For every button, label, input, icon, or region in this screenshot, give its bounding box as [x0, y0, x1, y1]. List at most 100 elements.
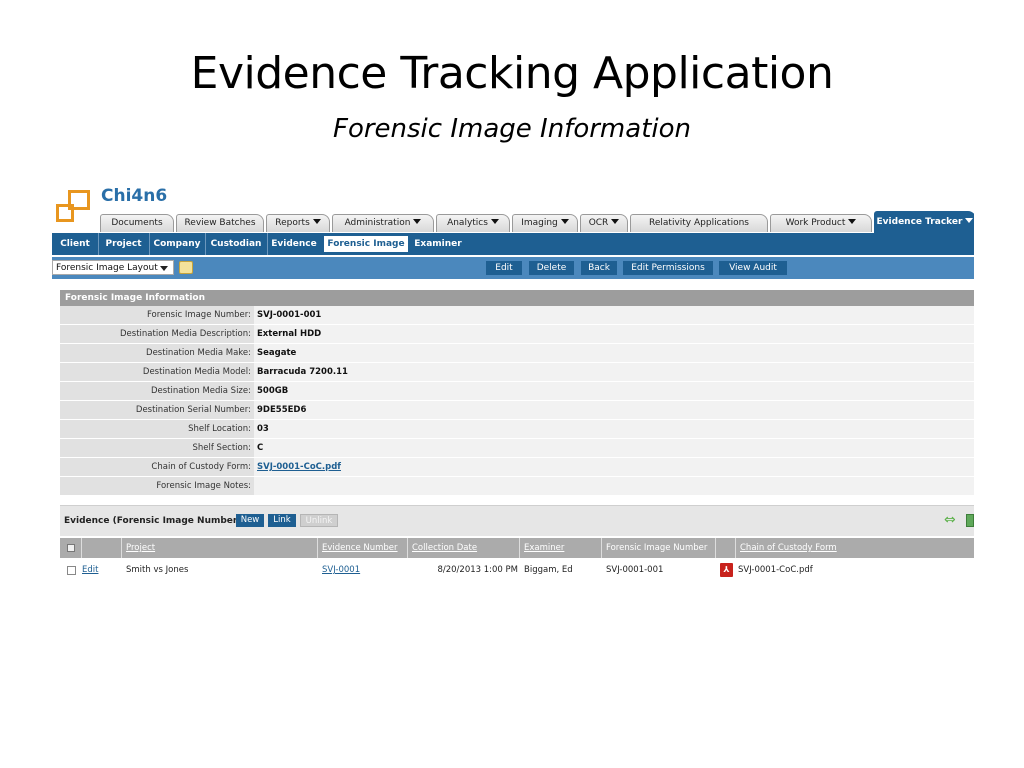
info-label: Shelf Section:	[60, 439, 254, 457]
info-row: Destination Media Description: External H…	[60, 325, 974, 344]
row-edit-link[interactable]: Edit	[82, 560, 98, 580]
evidence-list-title: Evidence (Forensic Image Number)	[64, 516, 242, 526]
layout-icon[interactable]	[179, 261, 193, 274]
icon-column-header	[716, 538, 736, 558]
subnav-evidence[interactable]: Evidence	[267, 233, 321, 255]
info-label: Shelf Location:	[60, 420, 254, 438]
tab-administration[interactable]: Administration	[332, 214, 434, 232]
dropdown-caret-icon	[560, 219, 569, 224]
subnav-client[interactable]: Client	[52, 233, 99, 255]
info-row: Destination Media Model: Barracuda 7200.1…	[60, 363, 974, 382]
evidence-grid-header: Project Evidence Number Collection Date …	[60, 538, 974, 558]
info-value: 03	[254, 420, 974, 438]
view-audit-button[interactable]: View Audit	[719, 261, 787, 275]
edit-permissions-button[interactable]: Edit Permissions	[623, 261, 713, 275]
toolbar: Forensic Image Layout Edit Delete Back E…	[52, 257, 974, 279]
link-button[interactable]: Link	[268, 514, 296, 527]
slide-subtitle: Forensic Image Information	[332, 114, 691, 144]
edit-column-header	[82, 538, 122, 558]
row-forensic-image-number: SVJ-0001-001	[606, 565, 664, 575]
column-forensic-image-number: Forensic Image Number	[602, 538, 716, 558]
row-project: Smith vs Jones	[126, 565, 189, 575]
info-row: Destination Media Make: Seagate	[60, 344, 974, 363]
subnav-project[interactable]: Project	[98, 233, 150, 255]
brand-name: Chi4n6	[101, 186, 168, 206]
column-project[interactable]: Project	[122, 538, 318, 558]
unlink-button[interactable]: Unlink	[300, 514, 338, 527]
export-icon[interactable]	[966, 514, 974, 527]
info-value: Seagate	[254, 344, 974, 362]
row-examiner: Biggam, Ed	[524, 565, 573, 575]
dropdown-caret-icon	[413, 219, 422, 224]
info-row: Destination Media Size: 500GB	[60, 382, 974, 401]
tab-ocr[interactable]: OCR	[580, 214, 628, 232]
sub-navigation: Client Project Company Custodian Evidenc…	[52, 233, 974, 255]
info-row: Forensic Image Number: SVJ-0001-001	[60, 306, 974, 325]
dropdown-caret-icon	[312, 219, 321, 224]
info-row: Forensic Image Notes:	[60, 477, 974, 496]
back-button[interactable]: Back	[581, 261, 617, 275]
info-value	[254, 477, 974, 495]
dropdown-caret-icon	[611, 219, 620, 224]
info-table: Forensic Image Number: SVJ-0001-001 Desti…	[60, 306, 974, 496]
tab-analytics[interactable]: Analytics	[436, 214, 510, 232]
column-examiner[interactable]: Examiner	[520, 538, 602, 558]
subnav-examiner[interactable]: Examiner	[410, 233, 466, 255]
info-label: Destination Media Description:	[60, 325, 254, 343]
row-collection-date: 8/20/2013 1:00 PM	[437, 565, 518, 575]
chain-of-custody-link[interactable]: SVJ-0001-CoC.pdf	[254, 458, 974, 476]
row-evidence-number-link[interactable]: SVJ-0001	[322, 560, 360, 580]
subnav-forensic-image[interactable]: Forensic Image	[324, 236, 408, 252]
select-all-checkbox[interactable]	[67, 544, 75, 552]
select-all-column	[60, 538, 82, 558]
expand-arrows-icon[interactable]: ⇔	[944, 513, 956, 527]
info-value: 500GB	[254, 382, 974, 400]
info-value: External HDD	[254, 325, 974, 343]
app-screenshot: Chi4n6 Documents Review Batches Reports …	[52, 186, 974, 586]
column-collection-date[interactable]: Collection Date	[408, 538, 520, 558]
tab-evidence-tracker[interactable]: Evidence Tracker	[874, 211, 974, 233]
delete-button[interactable]: Delete	[529, 261, 574, 275]
info-value: 9DE55ED6	[254, 401, 974, 419]
info-value: Barracuda 7200.11	[254, 363, 974, 381]
slide-title: Evidence Tracking Application	[190, 48, 834, 99]
info-section-header: Forensic Image Information	[60, 290, 974, 306]
dropdown-caret-icon	[160, 266, 168, 271]
table-row: Edit Smith vs Jones SVJ-0001 8/20/2013 1…	[60, 560, 974, 580]
info-row: Chain of Custody Form: SVJ-0001-CoC.pdf	[60, 458, 974, 477]
info-label: Destination Media Size:	[60, 382, 254, 400]
row-checkbox[interactable]	[67, 566, 76, 575]
main-tabs: Documents Review Batches Reports Adminis…	[96, 211, 974, 233]
logo-icon	[56, 190, 90, 224]
tab-documents[interactable]: Documents	[100, 214, 174, 232]
info-row: Shelf Location: 03	[60, 420, 974, 439]
info-label: Forensic Image Number:	[60, 306, 254, 324]
info-value: SVJ-0001-001	[254, 306, 974, 324]
evidence-list-header: Evidence (Forensic Image Number) New Lin…	[60, 505, 974, 536]
dropdown-caret-icon	[965, 218, 974, 223]
subnav-custodian[interactable]: Custodian	[205, 233, 268, 255]
edit-button[interactable]: Edit	[486, 261, 522, 275]
info-label: Destination Media Model:	[60, 363, 254, 381]
tab-review-batches[interactable]: Review Batches	[176, 214, 264, 232]
layout-select[interactable]: Forensic Image Layout	[52, 260, 174, 275]
info-label: Forensic Image Notes:	[60, 477, 254, 495]
tab-imaging[interactable]: Imaging	[512, 214, 578, 232]
column-chain-of-custody-form[interactable]: Chain of Custody Form	[736, 538, 974, 558]
dropdown-caret-icon	[490, 219, 499, 224]
tab-work-product[interactable]: Work Product	[770, 214, 872, 232]
dropdown-caret-icon	[848, 219, 857, 224]
column-evidence-number[interactable]: Evidence Number	[318, 538, 408, 558]
info-row: Shelf Section: C	[60, 439, 974, 458]
new-button[interactable]: New	[236, 514, 264, 527]
pdf-icon[interactable]: ⅄	[720, 563, 733, 577]
subnav-company[interactable]: Company	[149, 233, 206, 255]
tab-relativity-applications[interactable]: Relativity Applications	[630, 214, 768, 232]
info-value: C	[254, 439, 974, 457]
tab-reports[interactable]: Reports	[266, 214, 330, 232]
info-label: Destination Media Make:	[60, 344, 254, 362]
info-label: Destination Serial Number:	[60, 401, 254, 419]
info-label: Chain of Custody Form:	[60, 458, 254, 476]
info-row: Destination Serial Number: 9DE55ED6	[60, 401, 974, 420]
row-chain-of-custody-form: SVJ-0001-CoC.pdf	[738, 565, 813, 575]
